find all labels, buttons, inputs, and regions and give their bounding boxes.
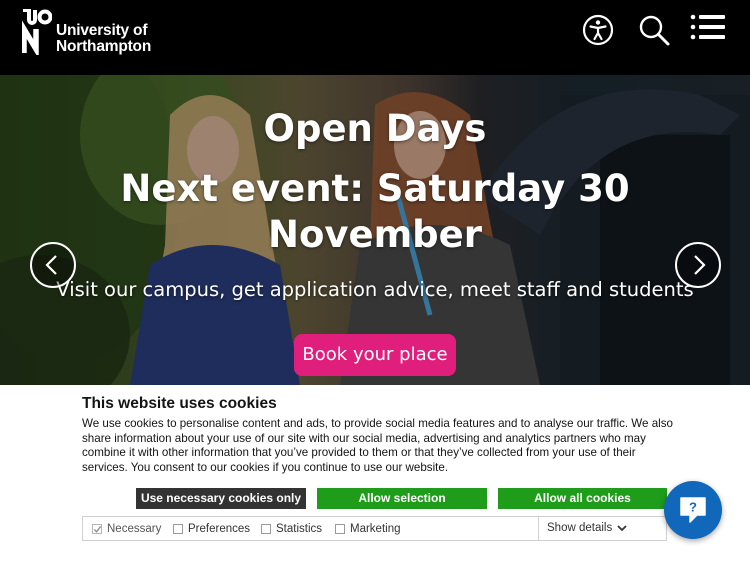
checkbox-icon bbox=[261, 524, 271, 534]
checkbox-checked-icon bbox=[92, 524, 102, 534]
logo-text: University of Northampton bbox=[56, 23, 151, 55]
statistics-checkbox[interactable]: Statistics bbox=[261, 522, 327, 536]
cookie-options-bar: Necessary Preferences Statistics Marketi… bbox=[82, 516, 667, 541]
svg-text:?: ? bbox=[689, 500, 697, 515]
help-chat-icon: ? bbox=[680, 497, 706, 523]
allow-all-cookies-button[interactable]: Allow all cookies bbox=[498, 488, 667, 509]
carousel-prev-button[interactable] bbox=[30, 242, 76, 288]
uon-logo-mark bbox=[22, 9, 52, 55]
hero-title: Open Days bbox=[263, 107, 487, 150]
hero-subtitle: Next event: Saturday 30 November bbox=[120, 167, 630, 256]
accessibility-icon[interactable] bbox=[582, 14, 614, 46]
chevron-left-icon bbox=[45, 255, 57, 275]
preferences-label: Preferences bbox=[188, 523, 251, 535]
help-chat-button[interactable]: ? bbox=[664, 481, 722, 539]
carousel-next-button[interactable] bbox=[675, 242, 721, 288]
hero-description: Visit our campus, get application advice… bbox=[56, 278, 694, 301]
necessary-checkbox[interactable]: Necessary bbox=[92, 522, 164, 536]
cookie-banner: This website uses cookies We use cookies… bbox=[0, 385, 750, 563]
checkbox-icon bbox=[335, 524, 345, 534]
menu-icon[interactable] bbox=[690, 12, 726, 42]
chevron-down-icon bbox=[617, 525, 627, 532]
logo-line-2: Northampton bbox=[56, 38, 152, 55]
logo-line-1: University of bbox=[56, 22, 148, 39]
allow-selection-button[interactable]: Allow selection bbox=[317, 488, 487, 509]
show-details-label: Show details bbox=[547, 522, 613, 534]
cookie-description: We use cookies to personalise content an… bbox=[82, 417, 673, 474]
university-logo[interactable]: University of Northampton bbox=[22, 9, 182, 59]
chevron-right-icon bbox=[694, 255, 706, 275]
show-details-toggle[interactable]: Show details bbox=[538, 517, 667, 540]
search-icon[interactable] bbox=[638, 14, 670, 46]
site-header: University of Northampton bbox=[0, 0, 750, 75]
statistics-label: Statistics bbox=[276, 523, 323, 535]
checkbox-icon bbox=[173, 524, 183, 534]
cookie-title: This website uses cookies bbox=[82, 395, 277, 412]
hero-carousel: Open Days Next event: Saturday 30 Novemb… bbox=[0, 75, 750, 385]
necessary-label: Necessary bbox=[107, 523, 162, 535]
preferences-checkbox[interactable]: Preferences bbox=[173, 522, 253, 536]
book-your-place-button[interactable]: Book your place bbox=[294, 334, 456, 376]
marketing-checkbox[interactable]: Marketing bbox=[335, 522, 405, 536]
use-necessary-cookies-button[interactable]: Use necessary cookies only bbox=[136, 488, 306, 509]
marketing-label: Marketing bbox=[350, 523, 401, 535]
